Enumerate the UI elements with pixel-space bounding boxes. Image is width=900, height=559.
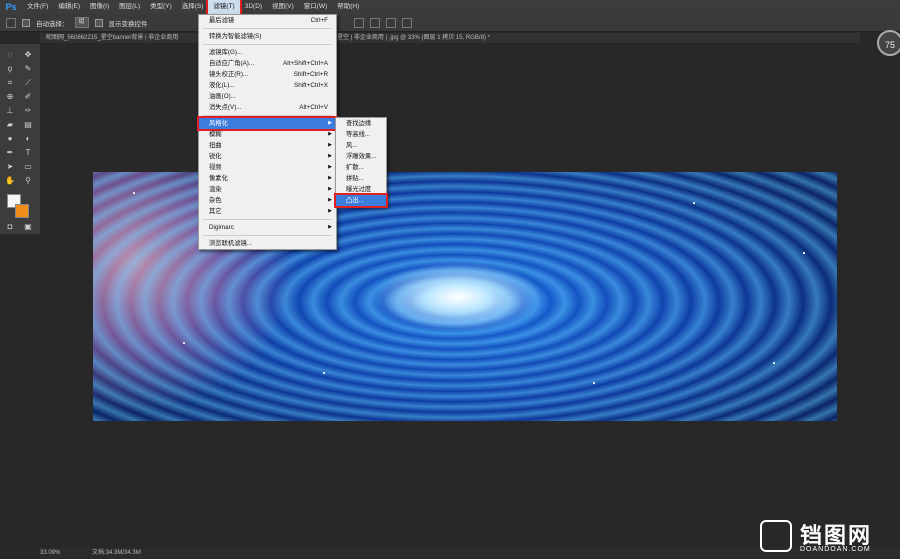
move-tool-icon[interactable]: ✥ <box>22 50 34 60</box>
menu-separator <box>203 235 332 236</box>
background-color-swatch[interactable] <box>15 204 29 218</box>
blur-tool-icon[interactable]: ● <box>4 134 16 144</box>
tools-panel: ◌ ✥ ϙ ✎ ⌗ ⟋ ⊕ ✐ ⊥ ✑ ▰ ▤ ● ◐ ✒ T ➤ ▭ ✋ ⚲ … <box>0 44 40 234</box>
stylize-submenu: 查找边缘 等高线... 风... 浮雕效果... 扩散... 拼贴... 曝光过… <box>334 117 388 208</box>
filter-liquify[interactable]: 液化(L)... Shift+Ctrl+X <box>199 80 336 91</box>
filter-adaptive-wide-angle[interactable]: 自适应广角(A)... Alt+Shift+Ctrl+A <box>199 58 336 69</box>
brush-tool-icon[interactable]: ✐ <box>22 92 34 102</box>
stylize-find-edges[interactable]: 查找边缘 <box>336 118 386 129</box>
filter-browse-online[interactable]: 浏览联机滤镜... <box>199 238 336 249</box>
filter-other[interactable]: 其它 ▶ <box>199 206 336 217</box>
eyedropper-icon[interactable]: ⟋ <box>22 78 34 88</box>
stylize-solarize[interactable]: 曝光过度 <box>336 184 386 195</box>
move-tool-icon[interactable] <box>6 17 16 28</box>
screen-mode-icon[interactable]: ▣ <box>22 222 34 232</box>
menu-3d[interactable]: 3D(D) <box>240 0 267 14</box>
stylize-contour[interactable]: 等高线... <box>336 129 386 140</box>
filter-stylize[interactable]: 风格化 ▶ <box>197 116 338 131</box>
menu-view[interactable]: 视图(V) <box>267 0 299 14</box>
watermark-logo-icon <box>760 520 792 552</box>
document-title-right: 梦幻星空 | 非企业商用 | .jpg @ 33% (图层 1 拷贝 15, R… <box>325 35 490 41</box>
status-doc-size: 文档:34.3M/34.3M <box>92 550 141 556</box>
menu-help[interactable]: 帮助(H) <box>332 0 364 14</box>
filter-last-filter[interactable]: 最后滤镜 Ctrl+F <box>199 15 336 26</box>
filter-oil-paint[interactable]: 油画(O)... <box>199 91 336 102</box>
star <box>183 342 185 344</box>
stylize-tiles[interactable]: 拼贴... <box>336 173 386 184</box>
menu-separator <box>203 219 332 220</box>
stamp-tool-icon[interactable]: ⊥ <box>4 106 16 116</box>
filter-lens-correction[interactable]: 镜头校正(R)... Shift+Ctrl+R <box>199 69 336 80</box>
align-icon[interactable] <box>353 17 364 28</box>
status-zoom[interactable]: 33.09% <box>40 550 60 556</box>
auto-select-dropdown[interactable]: 组 <box>74 17 89 28</box>
healing-brush-icon[interactable]: ⊕ <box>4 92 16 102</box>
filter-noise[interactable]: 杂色 ▶ <box>199 195 336 206</box>
filter-digimarc[interactable]: Digimarc ▶ <box>199 222 336 233</box>
quick-select-icon[interactable]: ✎ <box>22 64 34 74</box>
filter-pixelate[interactable]: 像素化 ▶ <box>199 173 336 184</box>
filter-gallery[interactable]: 滤镜库(G)... <box>199 47 336 58</box>
shape-tool-icon[interactable]: ▭ <box>22 162 34 172</box>
menu-edit[interactable]: 编辑(E) <box>53 0 85 14</box>
menu-separator <box>203 44 332 45</box>
menu-separator <box>203 28 332 29</box>
menu-select[interactable]: 选择(S) <box>177 0 209 14</box>
menu-file[interactable]: 文件(F) <box>22 0 53 14</box>
filter-video[interactable]: 视频 ▶ <box>199 162 336 173</box>
filter-render[interactable]: 渲染 ▶ <box>199 184 336 195</box>
filter-sharpen[interactable]: 锐化 ▶ <box>199 151 336 162</box>
star <box>323 372 325 374</box>
star <box>773 362 775 364</box>
show-transform-label: 显示变换控件 <box>108 20 148 28</box>
auto-select-label: 自动选择： <box>36 20 69 28</box>
crop-tool-icon[interactable]: ⌗ <box>4 78 16 88</box>
hand-tool-icon[interactable]: ✋ <box>4 176 16 186</box>
show-transform-checkbox[interactable] <box>94 18 103 27</box>
watermark: 铛图网 DOANDOAN.COM <box>760 518 900 558</box>
lasso-tool-icon[interactable]: ϙ <box>4 64 16 74</box>
menu-layer[interactable]: 图层(L) <box>114 0 145 14</box>
marquee-tool-icon[interactable]: ◌ <box>4 50 16 60</box>
app-logo: Ps <box>5 2 17 12</box>
gradient-tool-icon[interactable]: ▤ <box>22 120 34 130</box>
filter-convert-smart[interactable]: 转换为智能滤镜(S) <box>199 31 336 42</box>
path-select-icon[interactable]: ➤ <box>4 162 16 172</box>
filter-blur[interactable]: 模糊 ▶ <box>199 129 336 140</box>
watermark-subtext: DOANDOAN.COM <box>800 546 871 553</box>
eraser-tool-icon[interactable]: ▰ <box>4 120 16 130</box>
menu-separator <box>203 115 332 116</box>
distribute-icon[interactable] <box>385 17 396 28</box>
stylize-diffuse[interactable]: 扩散... <box>336 162 386 173</box>
star <box>803 252 805 254</box>
options-bar: 自动选择： 组 显示变换控件 <box>0 14 900 32</box>
document-tab[interactable]: 昵图网_560862215_星空banner背景 | 非企业商用 梦幻星空 | … <box>40 33 860 43</box>
menu-image[interactable]: 图像(I) <box>85 0 114 14</box>
quick-mask-icon[interactable]: ◘ <box>4 222 16 232</box>
align-icon[interactable] <box>369 17 380 28</box>
filter-distort[interactable]: 扭曲 ▶ <box>199 140 336 151</box>
star <box>133 192 135 194</box>
stylize-extrude[interactable]: 凸出... <box>334 193 388 208</box>
auto-select-checkbox[interactable] <box>22 18 30 27</box>
history-brush-icon[interactable]: ✑ <box>22 106 34 116</box>
zoom-tool-icon[interactable]: ⚲ <box>22 176 34 186</box>
pen-tool-icon[interactable]: ✒ <box>4 148 16 158</box>
star <box>693 202 695 204</box>
filter-vanishing-point[interactable]: 消失点(V)... Alt+Ctrl+V <box>199 102 336 113</box>
menu-filter[interactable]: 滤镜(T) <box>206 0 242 16</box>
type-tool-icon[interactable]: T <box>22 148 34 158</box>
menu-bar: Ps 文件(F) 编辑(E) 图像(I) 图层(L) 类型(Y) 选择(S) 滤… <box>0 0 900 16</box>
document-title-left: 昵图网_560862215_星空banner背景 | 非企业商用 <box>46 35 179 41</box>
stylize-wind[interactable]: 风... <box>336 140 386 151</box>
stylize-emboss[interactable]: 浮雕效果... <box>336 151 386 162</box>
zoom-badge: 75 <box>877 30 900 56</box>
star <box>593 382 595 384</box>
filter-menu: 最后滤镜 Ctrl+F 转换为智能滤镜(S) 滤镜库(G)... 自适应广角(A)… <box>197 14 338 250</box>
menu-window[interactable]: 窗口(W) <box>299 0 332 14</box>
menu-type[interactable]: 类型(Y) <box>145 0 177 14</box>
distribute-icon[interactable] <box>401 17 412 28</box>
dodge-tool-icon[interactable]: ◐ <box>22 134 34 144</box>
